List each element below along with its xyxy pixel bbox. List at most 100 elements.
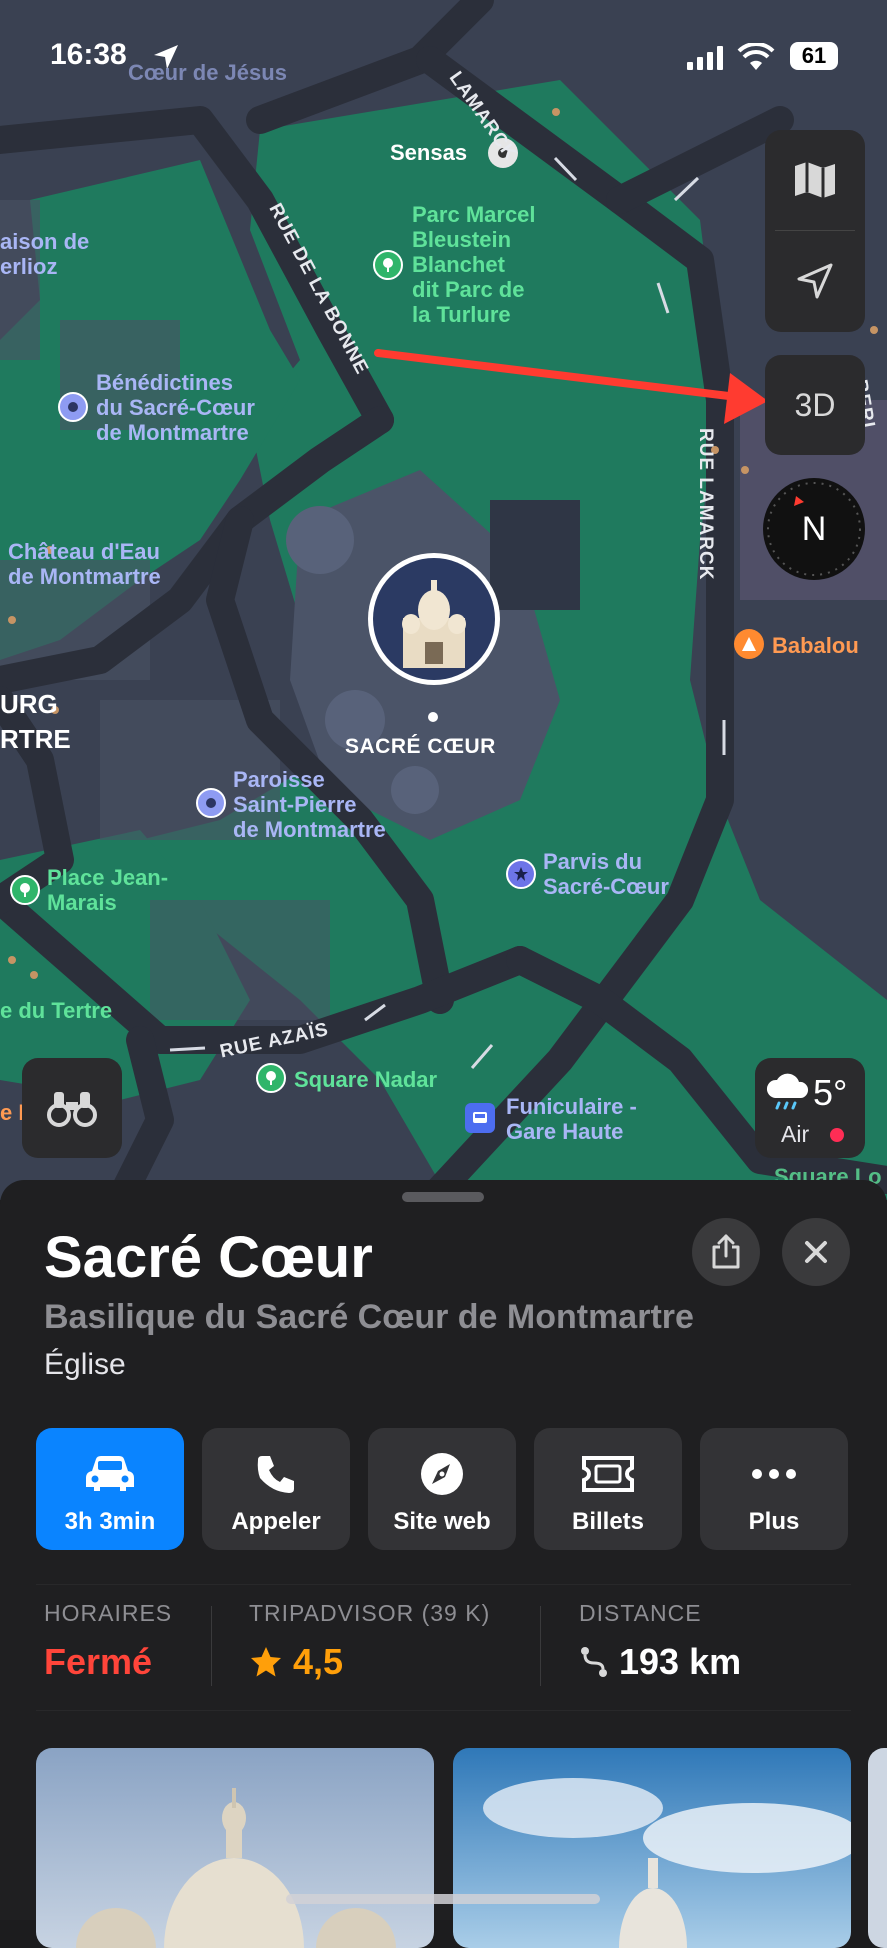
call-label: Appeler — [231, 1508, 321, 1535]
photo-thumbnail-2[interactable] — [453, 1748, 851, 1948]
pizza-icon[interactable] — [734, 629, 764, 659]
battery-level: 61 — [801, 43, 827, 68]
place-category: Église — [44, 1348, 126, 1381]
park-label-parc-turlure[interactable]: Parc Marcel Bleustein Blanchet dit Parc … — [412, 202, 536, 327]
benedictines-line-2: du Sacré-Cœur — [96, 395, 255, 420]
place-jean-marais-tree-icon[interactable] — [10, 875, 40, 905]
place-chateau-eau[interactable]: Château d'Eau de Montmartre — [8, 539, 161, 589]
place-sensas[interactable]: Sensas — [390, 140, 467, 165]
photo-thumbnail-1[interactable] — [36, 1748, 434, 1948]
air-quality-label: Air — [781, 1121, 810, 1147]
info-separator-2 — [540, 1606, 541, 1686]
map-mode-button[interactable] — [765, 130, 865, 230]
sacre-coeur-dot — [428, 712, 438, 722]
tripadvisor-label: TRIPADVISOR (39 K) — [249, 1600, 491, 1626]
park-line-3: Blanchet — [412, 252, 505, 277]
directions-button[interactable]: 3h 3min — [36, 1428, 184, 1550]
photo-thumbnail-3[interactable] — [868, 1748, 887, 1948]
funiculaire-line-2: Gare Haute — [506, 1119, 624, 1144]
website-label: Site web — [393, 1508, 491, 1535]
hours-label: HORAIRES — [44, 1600, 173, 1626]
wifi-icon — [737, 41, 775, 76]
sacre-coeur-map-label[interactable]: SACRÉ CŒUR — [345, 734, 496, 759]
benedictines-line-3: de Montmartre — [96, 420, 249, 445]
rating-value: 4,5 — [293, 1641, 344, 1682]
funiculaire-line-1: Funiculaire - — [506, 1094, 637, 1119]
battery-indicator: 61 — [790, 42, 838, 70]
maison-line-2: erlioz — [0, 254, 58, 279]
rating-column[interactable]: TRIPADVISOR (39 K) 4,5 — [249, 1600, 490, 1683]
locate-me-button[interactable] — [765, 231, 865, 331]
basilica-icon — [373, 558, 495, 680]
info-row: HORAIRES Fermé TRIPADVISOR (39 K) 4,5 DI… — [0, 1600, 887, 1688]
share-button[interactable] — [692, 1218, 760, 1286]
parvis-line-2: Sacré-Cœur — [543, 874, 669, 899]
route-icon — [581, 1647, 607, 1677]
close-button[interactable] — [782, 1218, 850, 1286]
place-jean-marais[interactable]: Place Jean- Marais — [47, 865, 168, 915]
signal-icon — [687, 46, 727, 75]
weather-widget[interactable]: 5° Air — [755, 1058, 865, 1158]
hours-value: Fermé — [44, 1641, 153, 1682]
place-square-nadar[interactable]: Square Nadar — [294, 1067, 437, 1092]
website-button[interactable]: Site web — [368, 1428, 516, 1550]
map-view[interactable]: 16:38 61 Cœur de Jésus Sensas Parc Marce… — [0, 0, 887, 1200]
tickets-label: Billets — [571, 1508, 645, 1535]
divider-top — [36, 1584, 851, 1585]
home-indicator[interactable] — [286, 1894, 600, 1904]
place-benedictines[interactable]: Bénédictines du Sacré-Cœur de Montmartre — [96, 370, 255, 445]
park-line-2: Bleustein — [412, 227, 512, 252]
cloud-rain-icon — [766, 1073, 809, 1110]
3d-button[interactable]: 3D — [765, 355, 865, 455]
district-label-urg: URG — [0, 689, 58, 719]
place-babalou[interactable]: Babalou — [772, 633, 859, 658]
place-coeur-jesus: Cœur de Jésus — [128, 60, 287, 85]
status-time: 16:38 — [50, 38, 127, 71]
paroisse-pin[interactable] — [196, 788, 226, 818]
park-line-1: Parc Marcel — [412, 202, 536, 227]
share-icon — [712, 1234, 740, 1269]
basilica-photo-1 — [36, 1748, 434, 1948]
star-rating-icon — [251, 1647, 281, 1677]
paroisse-line-1: Paroisse — [233, 767, 325, 792]
funicular-icon[interactable] — [465, 1103, 495, 1133]
jean-marais-line-1: Place Jean- — [47, 865, 169, 890]
sacre-coeur-pin[interactable] — [368, 553, 500, 685]
place-card-sheet: Sacré Cœur Basilique du Sacré Cœur de Mo… — [0, 1180, 887, 1948]
action-buttons-row: 3h 3min Appeler Site web Billets Plus — [36, 1428, 848, 1550]
more-button[interactable]: Plus — [700, 1428, 848, 1550]
binoculars-icon — [47, 1092, 97, 1127]
weather-temp: 5° — [813, 1072, 848, 1113]
maison-line-1: aison de — [0, 229, 90, 254]
hours-column[interactable]: HORAIRES Fermé — [44, 1600, 172, 1683]
star-icon[interactable] — [506, 859, 536, 889]
compass-button[interactable]: N — [763, 478, 865, 580]
3d-label: 3D — [794, 386, 836, 423]
jean-marais-line-2: Marais — [47, 890, 117, 915]
look-around-button[interactable] — [22, 1058, 122, 1158]
directions-label: 3h 3min — [64, 1508, 156, 1535]
parvis-line-1: Parvis du — [543, 849, 643, 874]
place-parvis[interactable]: Parvis du Sacré-Cœur — [543, 849, 669, 899]
more-label: Plus — [748, 1508, 800, 1535]
chateau-line-2: de Montmartre — [8, 564, 161, 589]
sheet-grabber[interactable] — [402, 1192, 484, 1202]
place-maison-berlioz[interactable]: aison de erlioz — [0, 229, 89, 279]
compass-icon — [419, 1450, 465, 1498]
benedictines-pin[interactable] — [58, 392, 88, 422]
call-button[interactable]: Appeler — [202, 1428, 350, 1550]
place-du-tertre[interactable]: e du Tertre — [0, 998, 112, 1023]
chateau-line-1: Château d'Eau — [8, 539, 160, 564]
distance-column: DISTANCE 193 km — [579, 1600, 741, 1683]
tickets-button[interactable]: Billets — [534, 1428, 682, 1550]
place-funiculaire[interactable]: Funiculaire - Gare Haute — [506, 1094, 637, 1144]
square-nadar-tree-icon[interactable] — [256, 1063, 286, 1093]
district-label-rtre: RTRE — [0, 724, 71, 754]
place-subtitle: Basilique du Sacré Cœur de Montmartre — [44, 1298, 694, 1336]
park-tree-icon[interactable] — [373, 250, 403, 280]
distance-value: 193 km — [619, 1641, 742, 1682]
place-paroisse[interactable]: Paroisse Saint-Pierre de Montmartre — [233, 767, 386, 842]
basilica-photo-2 — [453, 1748, 851, 1948]
compass-north: N — [801, 509, 827, 548]
map-controls-group — [765, 130, 865, 332]
